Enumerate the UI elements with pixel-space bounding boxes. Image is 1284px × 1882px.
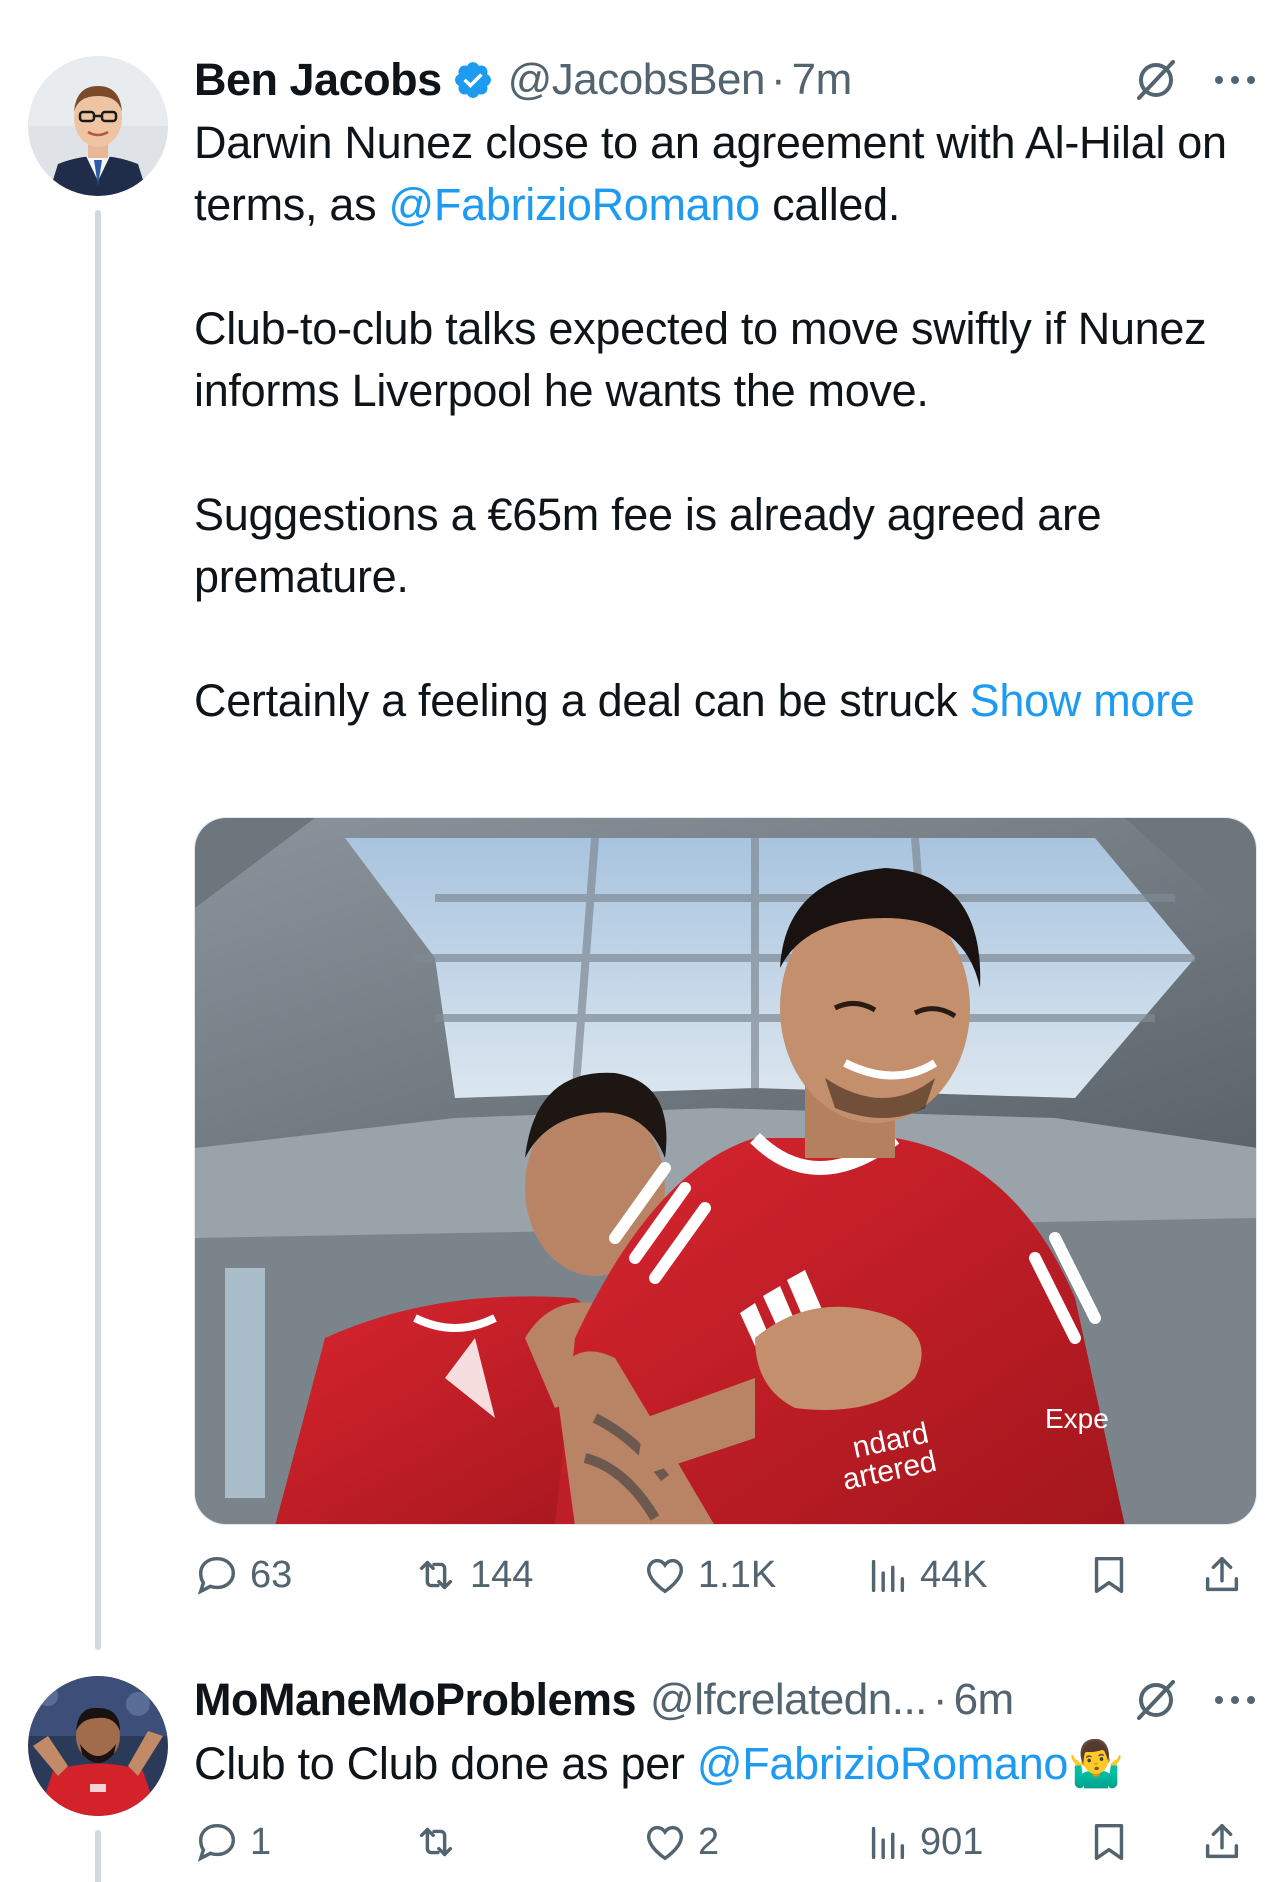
views-icon	[871, 1826, 905, 1860]
repost-icon	[419, 1827, 453, 1857]
like-icon	[646, 1825, 684, 1861]
thread-connector-line-2	[95, 1830, 101, 1882]
shirt-sleeve-text: Expe	[1045, 1403, 1109, 1434]
paragraph-1: Darwin Nunez close to an agreement with …	[194, 112, 1274, 236]
paragraph-4: Certainly a feeling a deal can be struck…	[194, 670, 1274, 732]
views-count: 44K	[920, 1553, 988, 1596]
timestamp[interactable]: 7m	[792, 55, 853, 105]
tweet-body: Darwin Nunez close to an agreement with …	[194, 112, 1274, 732]
verified-badge-icon	[452, 59, 494, 101]
views-icon	[871, 1559, 905, 1593]
like-count: 1.1K	[698, 1553, 777, 1596]
text-span: Certainly a feeling a deal can be struck	[194, 675, 970, 726]
separator-dot: ·	[932, 1675, 948, 1724]
grok-icon[interactable]	[1128, 1672, 1184, 1728]
like-icon	[646, 1558, 684, 1594]
mention-link[interactable]: @FabrizioRomano	[697, 1738, 1069, 1789]
reply-count: 63	[250, 1553, 293, 1596]
more-icon[interactable]	[1210, 62, 1260, 98]
tweet-media-image[interactable]: ndard artered Expe	[194, 817, 1257, 1525]
like-count: 2	[698, 1820, 720, 1863]
timestamp[interactable]: 6m	[954, 1675, 1015, 1725]
reply-button[interactable]: 63	[194, 1545, 292, 1605]
avatar-ben-jacobs[interactable]	[28, 56, 168, 196]
bookmark-icon	[1094, 1823, 1124, 1861]
user-handle[interactable]: @lfcrelatedn...	[650, 1675, 927, 1725]
tweet-header: MoManeMoProblems @lfcrelatedn... · 6m	[194, 1670, 1014, 1730]
repost-button[interactable]	[412, 1812, 470, 1872]
reply-icon	[197, 1823, 236, 1862]
like-button[interactable]: 2	[642, 1812, 719, 1872]
share-button[interactable]	[1199, 1812, 1245, 1872]
show-more-link[interactable]: Show more	[970, 675, 1195, 726]
reply-icon	[197, 1556, 236, 1595]
paragraph-3: Suggestions a €65m fee is already agreed…	[194, 489, 1102, 602]
paragraph-1: Club to Club done as per @FabrizioRomano…	[194, 1733, 1274, 1795]
display-name[interactable]: Ben Jacobs	[194, 54, 442, 106]
reply-count: 1	[250, 1820, 272, 1863]
grok-icon[interactable]	[1128, 52, 1184, 108]
shrug-emoji: 🤷‍♂️	[1068, 1738, 1124, 1789]
bookmark-icon	[1094, 1556, 1124, 1594]
text-span: called.	[759, 179, 901, 230]
paragraph-2: Club-to-club talks expected to move swif…	[194, 303, 1207, 416]
share-button[interactable]	[1199, 1545, 1245, 1605]
reply-button[interactable]: 1	[194, 1812, 271, 1872]
like-button[interactable]: 1.1K	[642, 1545, 776, 1605]
repost-icon	[419, 1560, 453, 1590]
separator-dot: ·	[770, 55, 786, 104]
text-span: Club to Club done as per	[194, 1738, 697, 1789]
share-icon	[1205, 1823, 1239, 1859]
views-button[interactable]: 901	[864, 1812, 983, 1872]
tweet-actions: 63 144 1.1K 44K	[194, 1545, 1264, 1605]
user-handle[interactable]: @JacobsBen	[508, 55, 766, 105]
views-button[interactable]: 44K	[864, 1545, 988, 1605]
more-icon[interactable]	[1210, 1682, 1260, 1718]
avatar-momanemoproblems[interactable]	[28, 1676, 168, 1816]
tweet-actions: 1 2 901	[194, 1812, 1264, 1872]
tweet-header: Ben Jacobs @JacobsBen · 7m	[194, 50, 852, 110]
thread-connector-line	[95, 210, 101, 1650]
mention-link[interactable]: @FabrizioRomano	[389, 179, 761, 230]
bookmark-button[interactable]	[1086, 1545, 1132, 1605]
share-icon	[1205, 1556, 1239, 1592]
repost-count: 144	[470, 1553, 534, 1596]
display-name[interactable]: MoManeMoProblems	[194, 1674, 637, 1726]
views-count: 901	[920, 1820, 984, 1863]
tweet-body: Club to Club done as per @FabrizioRomano…	[194, 1733, 1274, 1795]
bookmark-button[interactable]	[1086, 1812, 1132, 1872]
repost-button[interactable]: 144	[412, 1545, 533, 1605]
